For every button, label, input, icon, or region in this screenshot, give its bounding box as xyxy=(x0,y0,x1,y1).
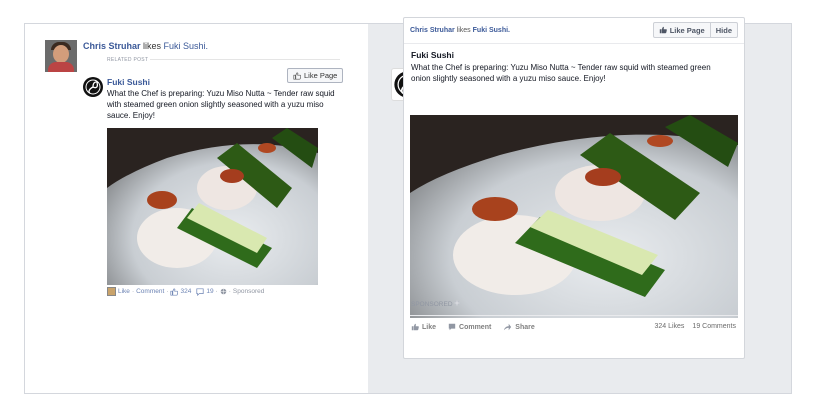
action-text: likes xyxy=(454,27,473,34)
post-actions: Like Comment Share xyxy=(411,323,535,331)
card-header-buttons: Like Page Hide xyxy=(652,22,738,38)
likes-count[interactable]: 324 xyxy=(180,288,191,295)
comment-icon xyxy=(448,323,456,331)
share-label: Share xyxy=(515,323,535,331)
divider xyxy=(404,43,744,44)
post-description: What the Chef is preparing: Yuzu Miso Nu… xyxy=(411,63,711,83)
sponsored-label: Sponsored xyxy=(232,288,265,295)
globe-icon xyxy=(220,288,227,295)
like-page-button[interactable]: Like Page xyxy=(654,23,710,37)
story-header: Chris Struhar likes Fuki Sushi. xyxy=(410,27,510,34)
related-post-label: RELATED POST xyxy=(107,57,149,63)
post-photo[interactable] xyxy=(410,115,738,318)
separator: · xyxy=(166,288,169,295)
comments-count[interactable]: 19 Comments xyxy=(692,323,736,330)
divider xyxy=(410,315,738,316)
avatar-face xyxy=(53,45,69,63)
thumbs-up-icon xyxy=(293,71,301,80)
like-action[interactable]: Like xyxy=(411,323,436,331)
fuki-sushi-logo-icon[interactable] xyxy=(83,77,103,97)
comment-action[interactable]: Comment xyxy=(448,323,491,331)
thumbs-up-icon xyxy=(411,323,419,331)
liked-page-link[interactable]: Fuki Sushi. xyxy=(473,27,510,34)
page-name-link[interactable]: Fuki Sushi xyxy=(107,77,150,87)
liked-page-link[interactable]: Fuki Sushi. xyxy=(164,41,209,51)
avatar-shirt xyxy=(48,62,74,72)
post-description: What the Chef is preparing: Yuzu Miso Nu… xyxy=(107,89,335,120)
post-actions: Like · Comment · 324 19 · · Sponsored xyxy=(107,287,264,296)
sponsored-label: SPONSORED xyxy=(411,300,460,308)
actor-name-link[interactable]: Chris Struhar xyxy=(410,27,455,34)
like-link[interactable]: Like xyxy=(118,288,130,295)
like-page-label: Like Page xyxy=(669,25,705,35)
separator: · xyxy=(131,288,135,295)
comment-icon xyxy=(196,287,204,296)
like-page-label: Like Page xyxy=(304,71,338,80)
thumbs-up-icon xyxy=(170,287,179,296)
like-label: Like xyxy=(422,323,437,331)
like-page-button[interactable]: Like Page xyxy=(287,68,344,83)
action-text: likes xyxy=(140,41,164,51)
newsfeed-ad-card: Chris Struhar likes Fuki Sushi. Like Pag… xyxy=(403,17,745,359)
separator: · xyxy=(228,288,231,295)
separator: · xyxy=(215,288,218,295)
sponsored-text: SPONSORED xyxy=(411,301,453,308)
story-header: Chris Struhar likes Fuki Sushi. xyxy=(83,41,208,51)
engagement-counts: 324 Likes 19 Comments xyxy=(654,323,736,330)
page-name-link[interactable]: Fuki Sushi xyxy=(411,50,454,60)
thumbs-up-icon xyxy=(659,26,667,34)
likes-count[interactable]: 324 Likes xyxy=(654,323,684,330)
page-logo-small-icon xyxy=(107,287,116,296)
comments-count[interactable]: 19 xyxy=(206,288,213,295)
divider xyxy=(150,59,340,60)
actor-name-link[interactable]: Chris Struhar xyxy=(83,41,141,51)
avatar[interactable] xyxy=(45,40,77,72)
comment-label: Comment xyxy=(459,323,492,331)
comment-link[interactable]: Comment xyxy=(136,288,164,295)
globe-icon xyxy=(454,300,460,306)
share-icon xyxy=(504,323,512,331)
hide-button[interactable]: Hide xyxy=(711,23,737,37)
sidebar-ad-panel: Chris Struhar likes Fuki Sushi. RELATED … xyxy=(25,24,368,393)
share-action[interactable]: Share xyxy=(503,323,535,331)
post-photo[interactable] xyxy=(107,128,318,285)
